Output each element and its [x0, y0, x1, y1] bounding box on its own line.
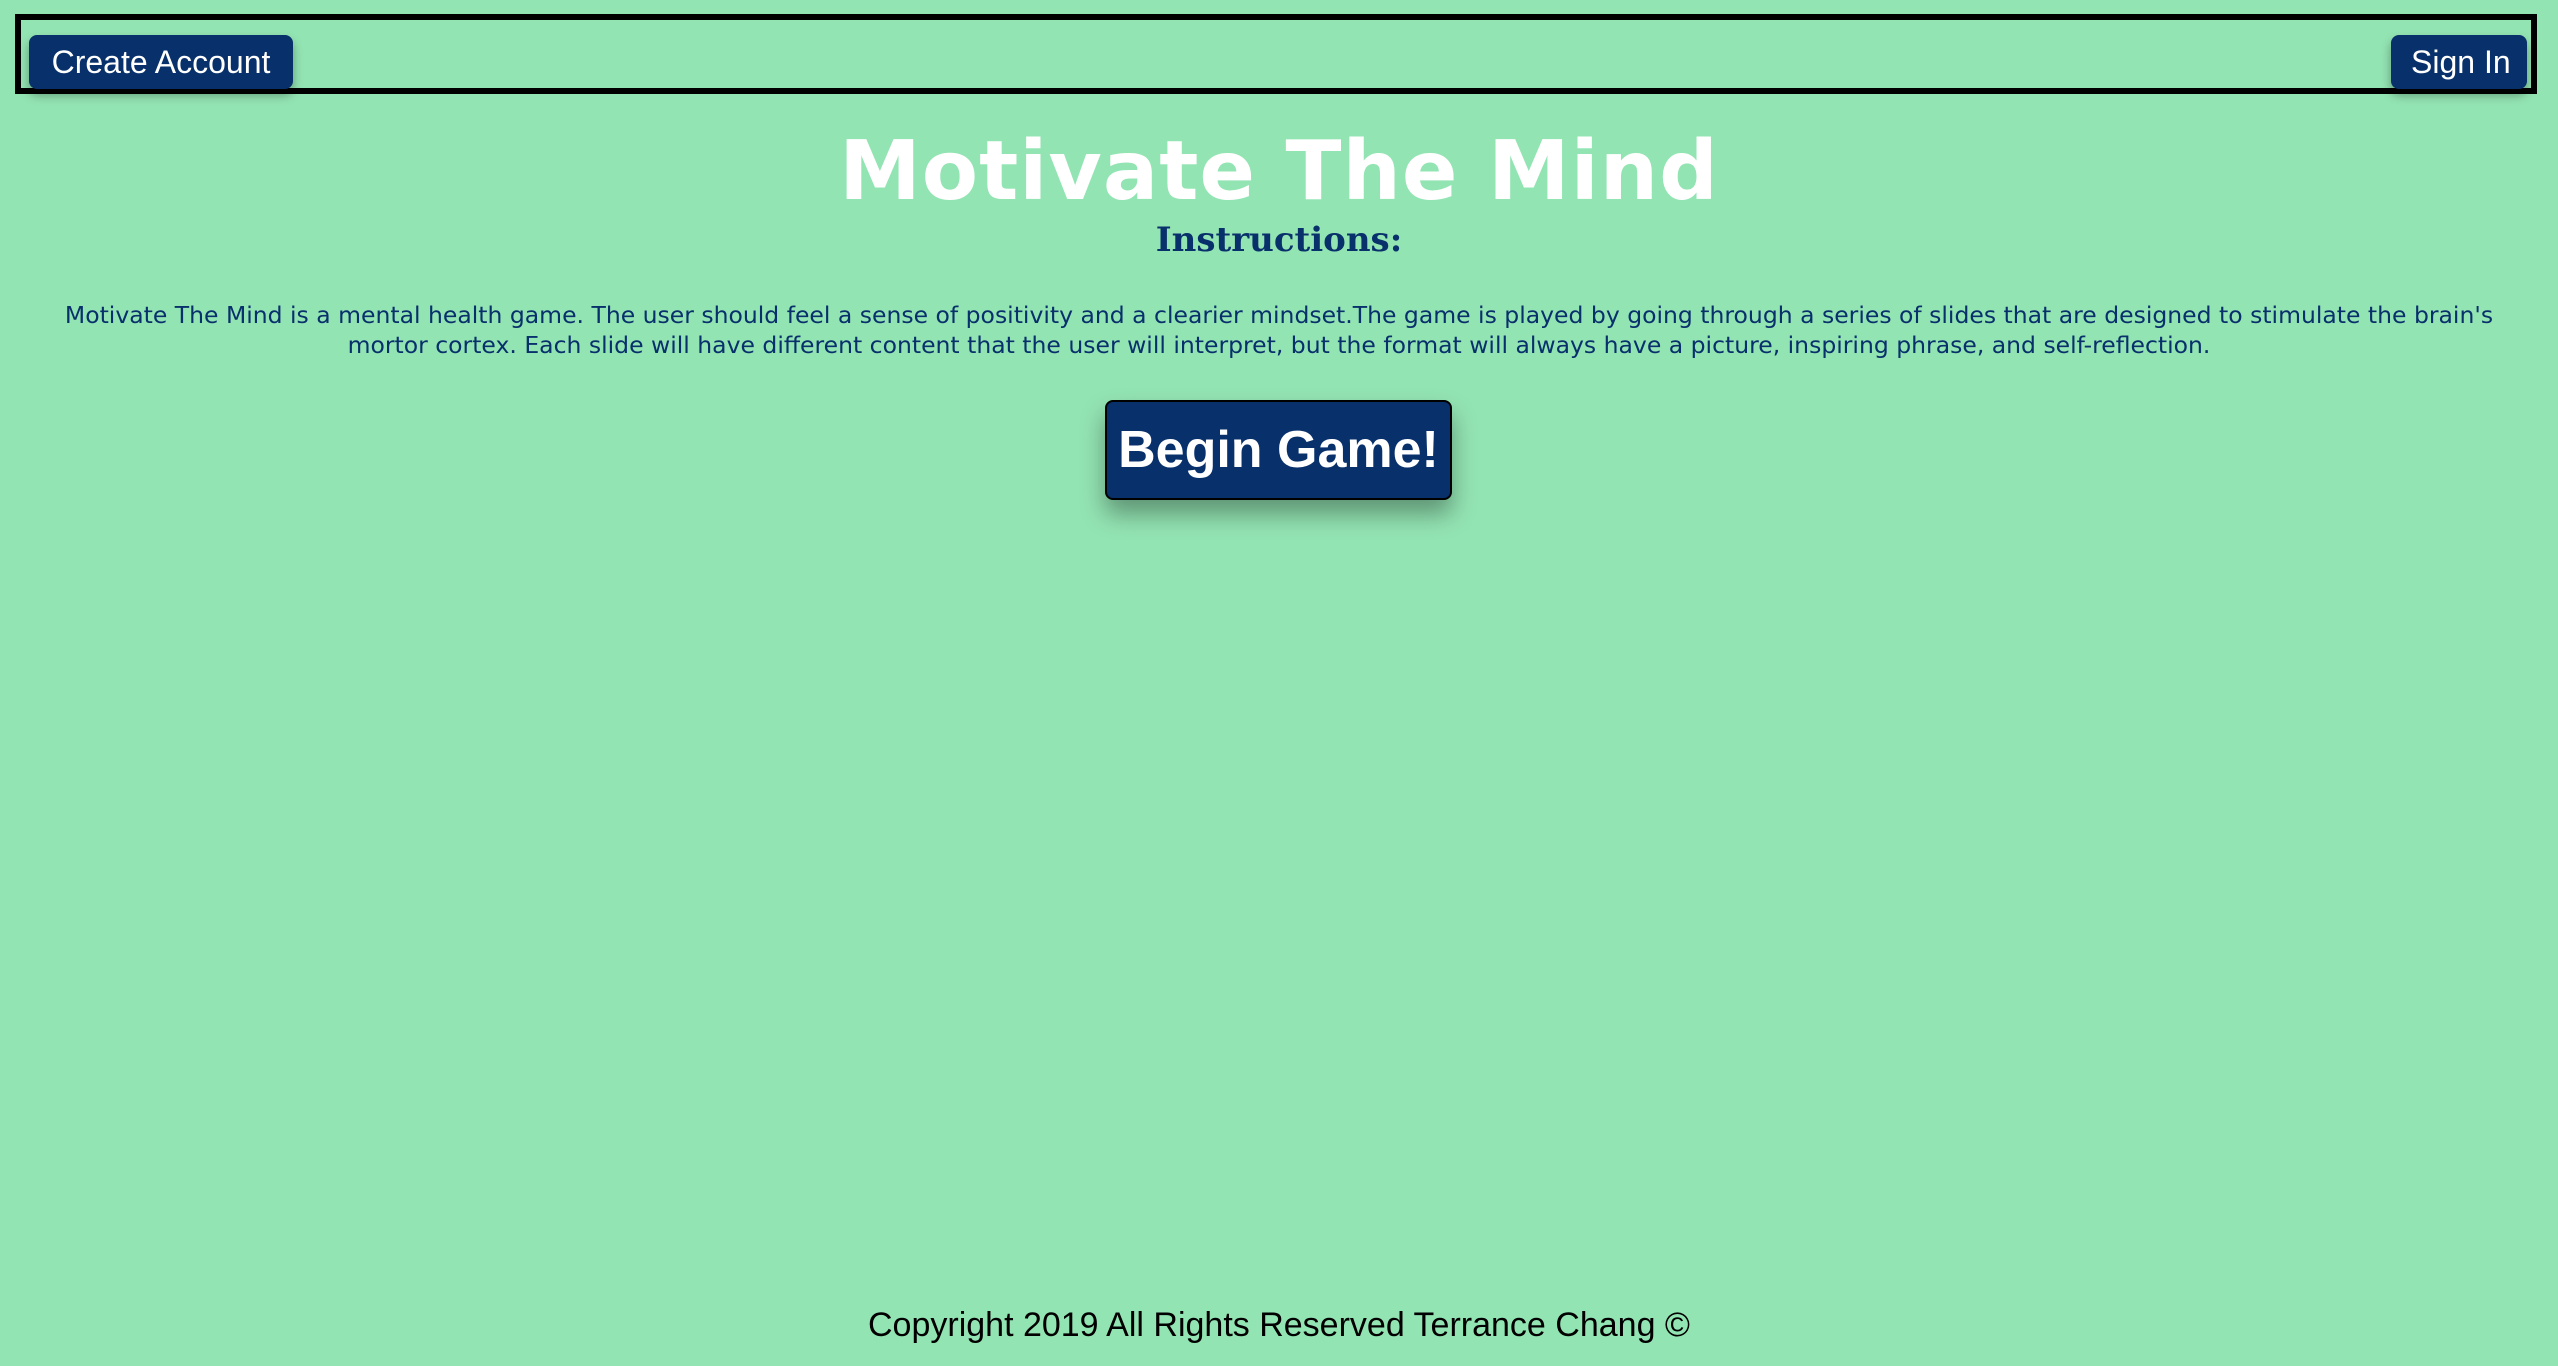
- begin-game-button[interactable]: Begin Game!: [1105, 400, 1452, 500]
- page: Create Account Sign In Motivate The Mind…: [0, 0, 2558, 1366]
- page-title: Motivate The Mind: [839, 124, 1719, 219]
- sign-in-button[interactable]: Sign In: [2391, 35, 2527, 89]
- footer-copyright: Copyright 2019 All Rights Reserved Terra…: [868, 1306, 1690, 1344]
- create-account-button[interactable]: Create Account: [29, 35, 293, 89]
- instructions-heading: Instructions:: [1155, 220, 1403, 260]
- instructions-text: Motivate The Mind is a mental health gam…: [64, 301, 2494, 359]
- top-nav-bar: Create Account Sign In: [15, 14, 2537, 94]
